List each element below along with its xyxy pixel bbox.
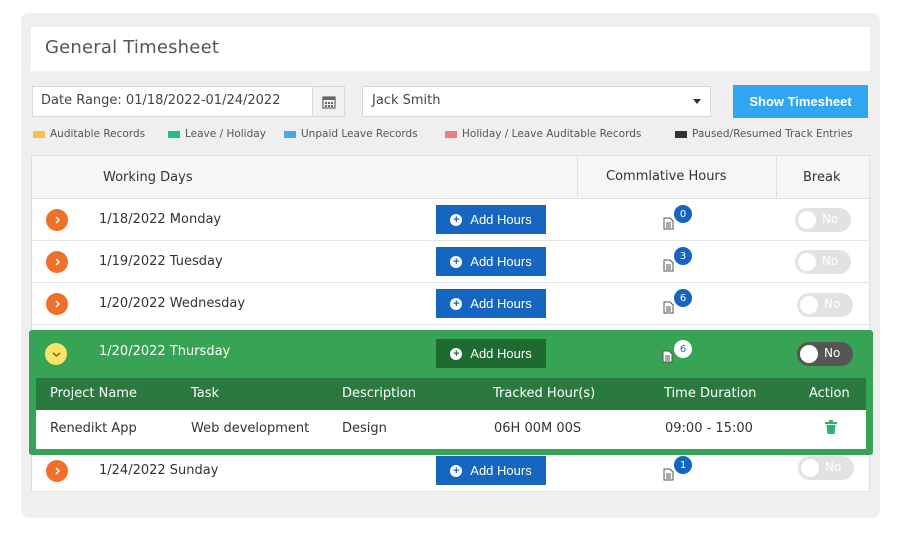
table-row: 1/24/2022 Sunday + Add Hours 1 No bbox=[32, 450, 869, 492]
col-task: Task bbox=[191, 386, 220, 401]
col-description: Description bbox=[342, 386, 417, 401]
table-row: 1/19/2022 Tuesday + Add Hours 3 No bbox=[32, 241, 869, 283]
legend-item: Auditable Records bbox=[33, 128, 145, 140]
document-icon[interactable] bbox=[663, 468, 674, 485]
document-icon[interactable] bbox=[663, 259, 674, 276]
entries-header: Project Name Task Description Tracked Ho… bbox=[36, 378, 866, 410]
toggle-label: No bbox=[822, 212, 839, 226]
row-date: 1/24/2022 Sunday bbox=[99, 463, 219, 478]
add-hours-button[interactable]: + Add Hours bbox=[436, 205, 546, 234]
column-divider bbox=[776, 156, 777, 199]
collapse-chevron-icon[interactable] bbox=[45, 343, 67, 365]
toggle-label: No bbox=[822, 254, 839, 268]
document-icon[interactable] bbox=[663, 217, 674, 234]
col-tracked-hours: Tracked Hour(s) bbox=[493, 386, 596, 401]
legend-swatch bbox=[33, 130, 45, 138]
toggle-knob bbox=[798, 253, 816, 271]
document-icon[interactable] bbox=[663, 301, 674, 318]
expand-chevron-icon[interactable] bbox=[46, 460, 68, 482]
date-range-field[interactable]: Date Range: 01/18/2022-01/24/2022 bbox=[32, 86, 345, 117]
col-cumulative-hours: Commlative Hours bbox=[606, 169, 727, 184]
document-icon[interactable] bbox=[662, 350, 673, 367]
toggle-knob bbox=[798, 211, 816, 229]
entries-count-badge: 0 bbox=[674, 205, 692, 223]
title-bar: General Timesheet bbox=[31, 27, 870, 71]
table-header: Working Days Commlative Hours Break bbox=[32, 156, 869, 199]
page-title: General Timesheet bbox=[45, 37, 220, 58]
legend-swatch bbox=[445, 130, 457, 138]
toggle-knob bbox=[801, 459, 819, 477]
add-hours-button[interactable]: + Add Hours bbox=[436, 339, 546, 368]
entry-tracked: 06H 00M 00S bbox=[494, 421, 582, 436]
legend-item: Paused/Resumed Track Entries bbox=[675, 128, 853, 140]
chevron-down-icon bbox=[693, 99, 701, 104]
add-hours-button[interactable]: + Add Hours bbox=[436, 289, 546, 318]
break-toggle[interactable]: No bbox=[795, 208, 851, 232]
toggle-label: No bbox=[825, 460, 842, 474]
add-hours-button[interactable]: + Add Hours bbox=[436, 247, 546, 276]
entry-task: Web development bbox=[191, 421, 310, 436]
table-row: 1/18/2022 Monday + Add Hours 0 No bbox=[32, 199, 869, 241]
legend-item: Leave / Holiday bbox=[168, 128, 266, 140]
entry-description: Design bbox=[342, 421, 387, 436]
break-toggle[interactable]: No bbox=[795, 250, 851, 274]
legend-swatch bbox=[284, 130, 296, 138]
date-range-value: Date Range: 01/18/2022-01/24/2022 bbox=[41, 93, 281, 108]
user-select[interactable]: Jack Smith bbox=[362, 86, 711, 117]
row-date: 1/19/2022 Tuesday bbox=[99, 254, 223, 269]
col-break: Break bbox=[803, 170, 841, 185]
calendar-icon[interactable] bbox=[312, 87, 344, 116]
entry-project: Renedikt App bbox=[50, 421, 137, 436]
col-action: Action bbox=[809, 386, 850, 401]
entries-count-badge: 1 bbox=[674, 456, 692, 474]
legend-item: Unpaid Leave Records bbox=[284, 128, 418, 140]
col-project-name: Project Name bbox=[50, 386, 137, 401]
add-hours-button[interactable]: + Add Hours bbox=[436, 456, 546, 485]
entries-count-badge: 6 bbox=[674, 289, 692, 307]
col-time-duration: Time Duration bbox=[664, 386, 757, 401]
toggle-knob bbox=[800, 345, 818, 363]
row-date: 1/20/2022 Thursday bbox=[99, 344, 231, 359]
toggle-knob bbox=[800, 296, 818, 314]
user-select-value: Jack Smith bbox=[372, 93, 441, 108]
entries-count-badge: 6 bbox=[674, 340, 692, 358]
legend: Auditable Records Leave / Holiday Unpaid… bbox=[33, 128, 873, 142]
row-date: 1/18/2022 Monday bbox=[99, 212, 222, 227]
expand-chevron-icon[interactable] bbox=[46, 251, 68, 273]
trash-icon[interactable] bbox=[825, 420, 837, 438]
expand-chevron-icon[interactable] bbox=[46, 293, 68, 315]
plus-icon: + bbox=[450, 297, 463, 310]
table-row: 1/20/2022 Wednesday + Add Hours 6 No bbox=[32, 283, 869, 325]
expand-chevron-icon[interactable] bbox=[46, 209, 68, 231]
legend-swatch bbox=[675, 130, 687, 138]
plus-icon: + bbox=[450, 464, 463, 477]
plus-icon: + bbox=[450, 255, 463, 268]
entry-row: Renedikt App Web development Design 06H … bbox=[36, 410, 866, 449]
plus-icon: + bbox=[450, 213, 463, 226]
legend-item: Holiday / Leave Auditable Records bbox=[445, 128, 641, 140]
entry-duration: 09:00 - 15:00 bbox=[665, 421, 753, 436]
column-divider bbox=[577, 156, 578, 199]
expanded-row: 1/20/2022 Thursday + Add Hours 6 No Proje… bbox=[29, 330, 873, 455]
toggle-label: No bbox=[824, 297, 841, 311]
entries-count-badge: 3 bbox=[674, 247, 692, 265]
break-toggle[interactable]: No bbox=[797, 293, 853, 317]
plus-icon: + bbox=[450, 347, 463, 360]
break-toggle[interactable]: No bbox=[798, 456, 854, 480]
legend-swatch bbox=[168, 130, 180, 138]
row-date: 1/20/2022 Wednesday bbox=[99, 296, 246, 311]
col-working-days: Working Days bbox=[103, 170, 193, 185]
break-toggle[interactable]: No bbox=[797, 342, 853, 366]
toggle-label: No bbox=[824, 346, 841, 360]
show-timesheet-button[interactable]: Show Timesheet bbox=[733, 85, 868, 118]
